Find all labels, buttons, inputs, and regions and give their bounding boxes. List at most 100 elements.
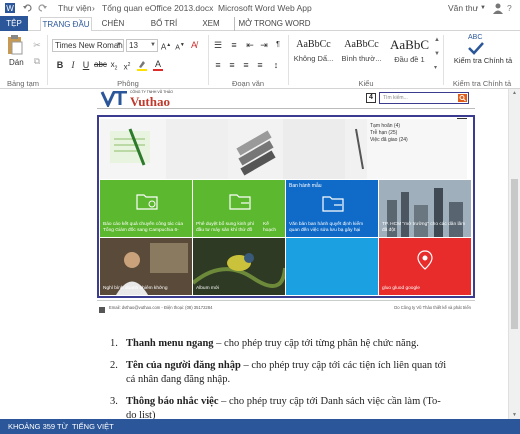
tile-caption: TP. HCM "mở trường" cho các dân lâm đã đ… (382, 222, 466, 233)
style-no-spacing[interactable]: AaBbCc Không Dấ... (290, 35, 337, 75)
user-avatar-icon[interactable] (492, 2, 504, 14)
line-spacing-icon[interactable]: ↕ (270, 59, 282, 71)
tile-document[interactable]: Ban hành mẫu Văn bản ban hành quyết định… (286, 180, 378, 237)
shrink-font-icon[interactable]: A▼ (174, 39, 186, 51)
align-left-icon[interactable]: ≡ (212, 59, 224, 71)
reminder-item[interactable]: Tạm hoãn (4) (370, 123, 400, 130)
user-name[interactable]: Văn thư (448, 3, 478, 13)
increase-indent-icon[interactable]: ⇥ (258, 39, 270, 51)
redo-icon[interactable] (36, 2, 48, 14)
scrollbar-thumb[interactable] (511, 179, 518, 329)
styles-more-icon[interactable]: ▾ (434, 64, 437, 71)
tile-report[interactable]: Báo cáo kết quả chuyến công tác của Tổng… (100, 180, 192, 237)
search-input[interactable]: Tìm kiếm... (383, 95, 408, 101)
reminder-item[interactable]: Việc đã giao (24) (370, 137, 408, 144)
tile-photo-person[interactable]: Nghỉ bình doanh nhiêm khởng (100, 238, 192, 295)
tab-page-layout[interactable]: BỐ TRÍ TRANG (136, 17, 192, 42)
tile-news-city[interactable]: TP. HCM "mở trường" cho các dân lâm đã đ… (379, 180, 471, 237)
style-name: Đầu đề 1 (394, 55, 425, 64)
scroll-down-icon[interactable]: ▼ (512, 412, 517, 418)
spell-check-icon-text: ABC (468, 34, 483, 41)
copy-icon[interactable]: ⧉ (31, 55, 43, 67)
strikethrough-icon[interactable]: abc (94, 59, 107, 71)
search-icon[interactable] (458, 94, 467, 102)
bullets-icon[interactable]: ☰ (212, 39, 224, 51)
language[interactable]: TIẾNG VIỆT (72, 419, 114, 434)
vertical-scrollbar[interactable]: ▲ ▼ (508, 89, 520, 419)
decrease-indent-icon[interactable]: ⇤ (244, 39, 256, 51)
footer-contact: Email: dvthao@vuthao.com - Điện thoại: (… (109, 305, 213, 310)
align-center-icon[interactable]: ≡ (226, 59, 238, 71)
bold-icon[interactable]: B (54, 59, 66, 71)
search-box[interactable]: Tìm kiếm... (379, 92, 469, 104)
ltr-icon[interactable]: ¶ (272, 39, 284, 51)
tile-approve[interactable]: Phê duyệt bổ sung kinh phí đầu tư máy sả… (193, 180, 285, 237)
list-number: 1. (110, 338, 118, 349)
italic-icon[interactable]: I (67, 59, 79, 71)
ribbon-divider (443, 35, 444, 85)
help-icon[interactable]: ? (507, 3, 512, 13)
styles-scroll-down-icon[interactable]: ▼ (434, 51, 440, 57)
superscript-icon[interactable]: x2 (121, 59, 133, 72)
font-size-value: 13 (129, 41, 138, 50)
tab-insert[interactable]: CHÈN (96, 17, 130, 31)
paste-button[interactable]: Dán (9, 58, 24, 67)
library-link[interactable]: Thư viện (58, 3, 92, 13)
tile-header: Ban hành mẫu (289, 183, 322, 189)
style-normal[interactable]: AaBbCc Bình thườ... (338, 35, 385, 75)
company-logo (100, 90, 130, 109)
tile-google[interactable]: gluo gluod google (379, 238, 471, 295)
clipboard-group-label: Bảng tạm (6, 79, 40, 88)
word-count: KHOẢNG 359 TỪ (8, 422, 69, 431)
numbering-icon[interactable]: ≡ (228, 39, 240, 51)
banner-blank-2 (283, 119, 345, 179)
grow-font-icon[interactable]: A▲ (160, 39, 172, 52)
style-sample: AaBbCc (296, 39, 331, 50)
clear-format-icon[interactable]: A̸ (188, 39, 200, 51)
font-name-select[interactable]: Times New Roman ▼ (52, 39, 124, 52)
proofing-group-label: Kiểm tra Chính tả (452, 79, 512, 88)
tile-caption: Album mới (196, 286, 220, 291)
underline-icon[interactable]: U (80, 59, 92, 71)
justify-icon[interactable]: ≡ (254, 59, 266, 71)
align-right-icon[interactable]: ≡ (240, 59, 252, 71)
style-name: Bình thườ... (341, 54, 382, 63)
tile-album[interactable]: Album mới (193, 238, 285, 295)
tab-view[interactable]: XEM (196, 17, 226, 31)
font-color-icon[interactable]: A (152, 59, 164, 71)
chevron-down-icon: ▼ (116, 42, 122, 48)
banner-blank-1 (166, 119, 228, 179)
tab-open-in-word[interactable]: MỞ TRONG WORD (234, 17, 314, 31)
styles-scroll-up-icon[interactable]: ▲ (434, 37, 440, 43)
user-menu-chevron-icon[interactable]: ▼ (480, 5, 486, 11)
ribbon-tabs: TỆP TRANG ĐẦU CHÈN BỐ TRÍ TRANG XEM MỞ T… (0, 16, 520, 42)
tile-cyan[interactable] (286, 238, 378, 295)
tile-caption: Nghỉ bình doanh nhiêm khởng (103, 286, 168, 291)
font-name-value: Times New Roman (55, 41, 123, 50)
list-number: 2. (110, 360, 118, 371)
header-divider (97, 108, 475, 109)
word-web-app: W Thư viện › Tổng quan eOffice 2013.docx… (0, 0, 520, 434)
paste-icon[interactable] (6, 34, 24, 58)
word-app-icon: W (4, 2, 16, 14)
reminder-item[interactable]: Trễ hạn (25) (370, 130, 397, 137)
tab-file[interactable]: TỆP (0, 16, 28, 31)
spell-check-button[interactable]: Kiểm tra Chính tả (448, 56, 518, 65)
subscript-icon[interactable]: x2 (108, 59, 120, 72)
tab-home[interactable]: TRANG ĐẦU (40, 17, 92, 32)
banner-image-1 (100, 119, 166, 179)
dashboard-frame: 5 Tạm hoãn (4) Trễ hạn (25) Việc đã giao… (97, 115, 475, 298)
highlight-icon[interactable] (136, 59, 148, 71)
cut-icon[interactable]: ✂ (31, 39, 43, 51)
spell-check-icon[interactable] (466, 41, 486, 57)
banner-image-2 (228, 119, 283, 179)
font-size-select[interactable]: 13 ▼ (126, 39, 158, 52)
scroll-up-icon[interactable]: ▲ (512, 90, 517, 96)
style-sample: AaBbCc (344, 39, 379, 50)
undo-icon[interactable] (22, 2, 34, 14)
title-bar: W Thư viện › Tổng quan eOffice 2013.docx… (0, 0, 520, 16)
app-name: Microsoft Word Web App (218, 3, 312, 13)
breadcrumb-sep: › (92, 3, 95, 13)
embedded-footer: Email: dvthao@vuthao.com - Điện thoại: (… (97, 300, 475, 314)
style-heading-1[interactable]: AaBbC Đầu đề 1 (386, 35, 433, 75)
